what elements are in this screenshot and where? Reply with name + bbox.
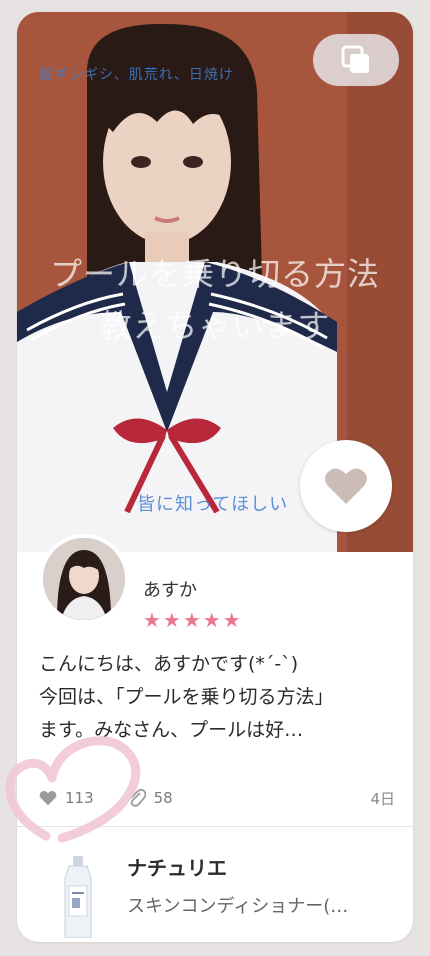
clip-count-value: 58 xyxy=(153,789,173,807)
rating-stars: ★★★★★ xyxy=(143,608,243,632)
author-name[interactable]: あすか xyxy=(143,576,243,602)
post-line-1: こんにちは、あすかです(*´-`) xyxy=(39,653,299,675)
heart-icon xyxy=(39,790,57,806)
cover-tags-text: 髪ギシギシ、肌荒れ、日焼け xyxy=(39,67,234,83)
post-stats: 113 58 4日 xyxy=(39,786,395,810)
post-cover-image[interactable]: 髪ギシギシ、肌荒れ、日焼け プールを乗り切る方法 教えちゃいます 皆に知ってほし… xyxy=(17,12,413,552)
product-name: スキンコンディショナー(… xyxy=(127,896,349,917)
product-bottle-image xyxy=(64,856,92,938)
multiple-images-button[interactable] xyxy=(313,34,399,86)
tagged-product[interactable]: ナチュリエ スキンコンディショナー(… xyxy=(17,838,413,942)
like-count-value: 113 xyxy=(65,789,94,807)
divider xyxy=(17,826,413,827)
product-brand: ナチュリエ xyxy=(127,856,227,880)
post-excerpt[interactable]: こんにちは、あすかです(*´-`) 今回は、「プールを乗り切る方法」 ます。みな… xyxy=(39,648,395,747)
post-line-2: 今回は、「プールを乗り切る方法」 xyxy=(39,686,334,708)
author-row[interactable]: あすか ★★★★★ xyxy=(39,534,243,632)
post-date: 4日 xyxy=(370,789,395,808)
avatar-photo xyxy=(43,538,125,620)
cover-title-line2: 教えちゃいます xyxy=(99,307,331,345)
like-count[interactable]: 113 xyxy=(39,789,94,807)
post-card[interactable]: 髪ギシギシ、肌荒れ、日焼け プールを乗り切る方法 教えちゃいます 皆に知ってほし… xyxy=(17,12,413,942)
heart-icon xyxy=(325,468,367,504)
author-meta: あすか ★★★★★ xyxy=(143,576,243,632)
avatar[interactable] xyxy=(39,534,129,624)
paperclip-icon xyxy=(130,788,146,807)
cover-subtitle: 皆に知ってほしい xyxy=(137,494,289,515)
cover-title: プールを乗り切る方法 教えちゃいます xyxy=(17,248,413,352)
clip-count[interactable]: 58 xyxy=(128,788,173,808)
copy-icon xyxy=(341,45,369,73)
like-button[interactable] xyxy=(300,440,392,532)
cover-title-line1: プールを乗り切る方法 xyxy=(49,255,380,293)
post-line-3: ます。みなさん、プールは好… xyxy=(39,719,304,741)
